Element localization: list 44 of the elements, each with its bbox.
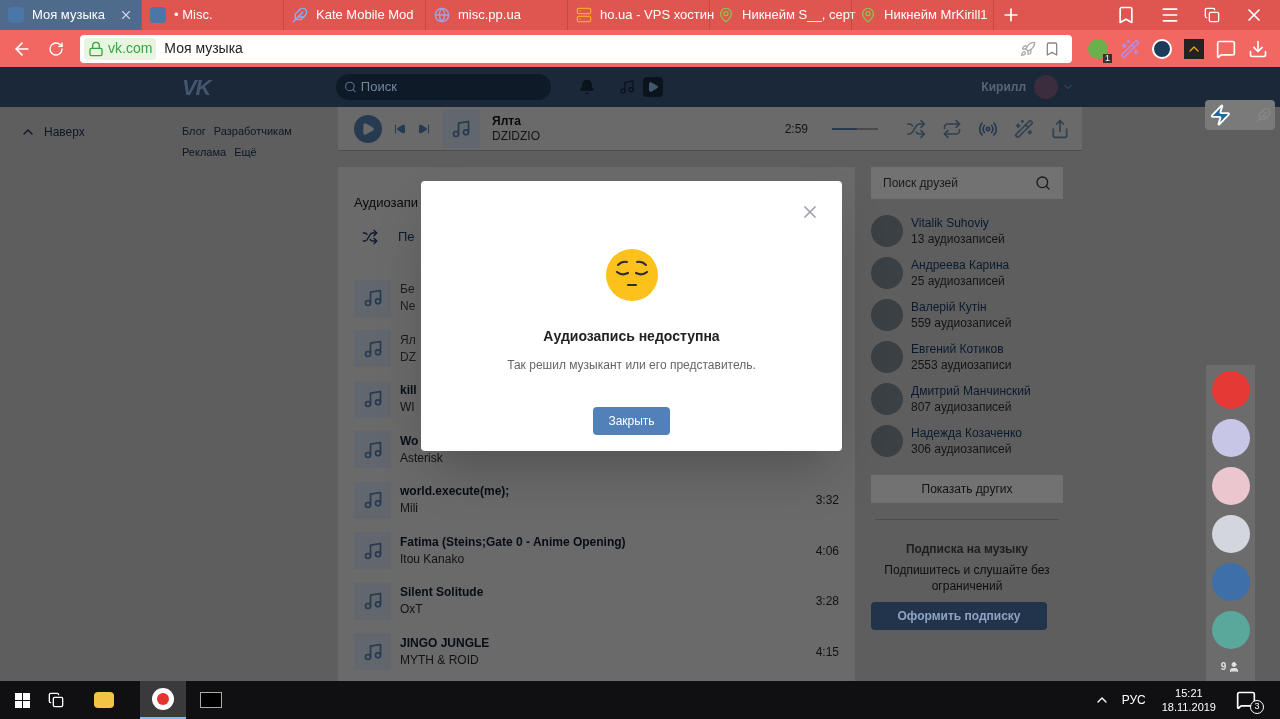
friend-name: Валерій Кутін bbox=[911, 299, 988, 315]
track-artist: Ne bbox=[400, 298, 416, 316]
track-artist: OxT bbox=[400, 601, 424, 619]
track-title: Бе bbox=[400, 281, 416, 299]
track-artist: Itou Kanako bbox=[400, 550, 466, 568]
track-title: Silent Solitude bbox=[400, 584, 484, 602]
friend-name: Надежда Козаченко bbox=[911, 425, 1022, 441]
track-title: kill bbox=[400, 382, 417, 400]
track-title: Ял bbox=[400, 331, 416, 349]
track-duration: 3:28 bbox=[815, 593, 839, 611]
friend-name: Дмитрий Манчинский bbox=[911, 383, 1031, 399]
audio-heading: Аудиозапи bbox=[354, 194, 419, 212]
track-duration: 4:06 bbox=[815, 542, 839, 560]
audio-count: 559 аудиозаписей bbox=[911, 315, 1012, 331]
track-artist: WI bbox=[400, 399, 416, 417]
secure-domain-badge: vk.com bbox=[84, 37, 157, 60]
audio-count: 807 аудиозаписей bbox=[911, 399, 1013, 415]
current-track-title: Ялта bbox=[492, 113, 522, 129]
track-artist: Mili bbox=[400, 500, 419, 518]
notification-count: 3 bbox=[1250, 700, 1264, 714]
track-title: Wo bbox=[400, 432, 420, 450]
audio-count: 13 аудиозаписей bbox=[911, 231, 1005, 247]
track-title: JINGO JUNGLE bbox=[400, 634, 490, 652]
subscription-text: Подпишитесь и слушайте без ограничений bbox=[883, 562, 1051, 594]
audio-count: 25 аудиозаписей bbox=[911, 273, 1006, 289]
track-artist: Asterisk bbox=[400, 449, 443, 467]
track-duration: 3:32 bbox=[815, 492, 839, 510]
track-title: world.execute(me); bbox=[400, 483, 510, 501]
current-track-artist: DZIDZIO bbox=[492, 128, 540, 144]
page-title: Моя музыка bbox=[164, 39, 243, 58]
friend-name: Евгений Котиков bbox=[911, 341, 1005, 357]
track-artist: MYTH & ROID bbox=[400, 651, 480, 669]
friend-name: Vitalik Suhoviy bbox=[911, 215, 990, 231]
track-time: 2:59 bbox=[784, 120, 808, 138]
extension-badge: 1 bbox=[1103, 53, 1112, 63]
modal-title: Аудиозапись недоступна bbox=[543, 327, 720, 346]
track-duration: 4:15 bbox=[815, 643, 839, 661]
track-artist: DZ bbox=[400, 348, 416, 366]
modal-text: Так решил музыкант или его представитель. bbox=[507, 357, 756, 374]
audio-count: 306 аудиозаписей bbox=[911, 441, 1013, 457]
audio-count: 2553 аудиозаписи bbox=[911, 357, 1012, 373]
track-title: Fatima (Steins;Gate 0 - Anime Opening) bbox=[400, 533, 626, 551]
subscription-title: Подписка на музыку bbox=[904, 541, 1030, 558]
friend-name: Андреева Карина bbox=[911, 257, 1010, 273]
